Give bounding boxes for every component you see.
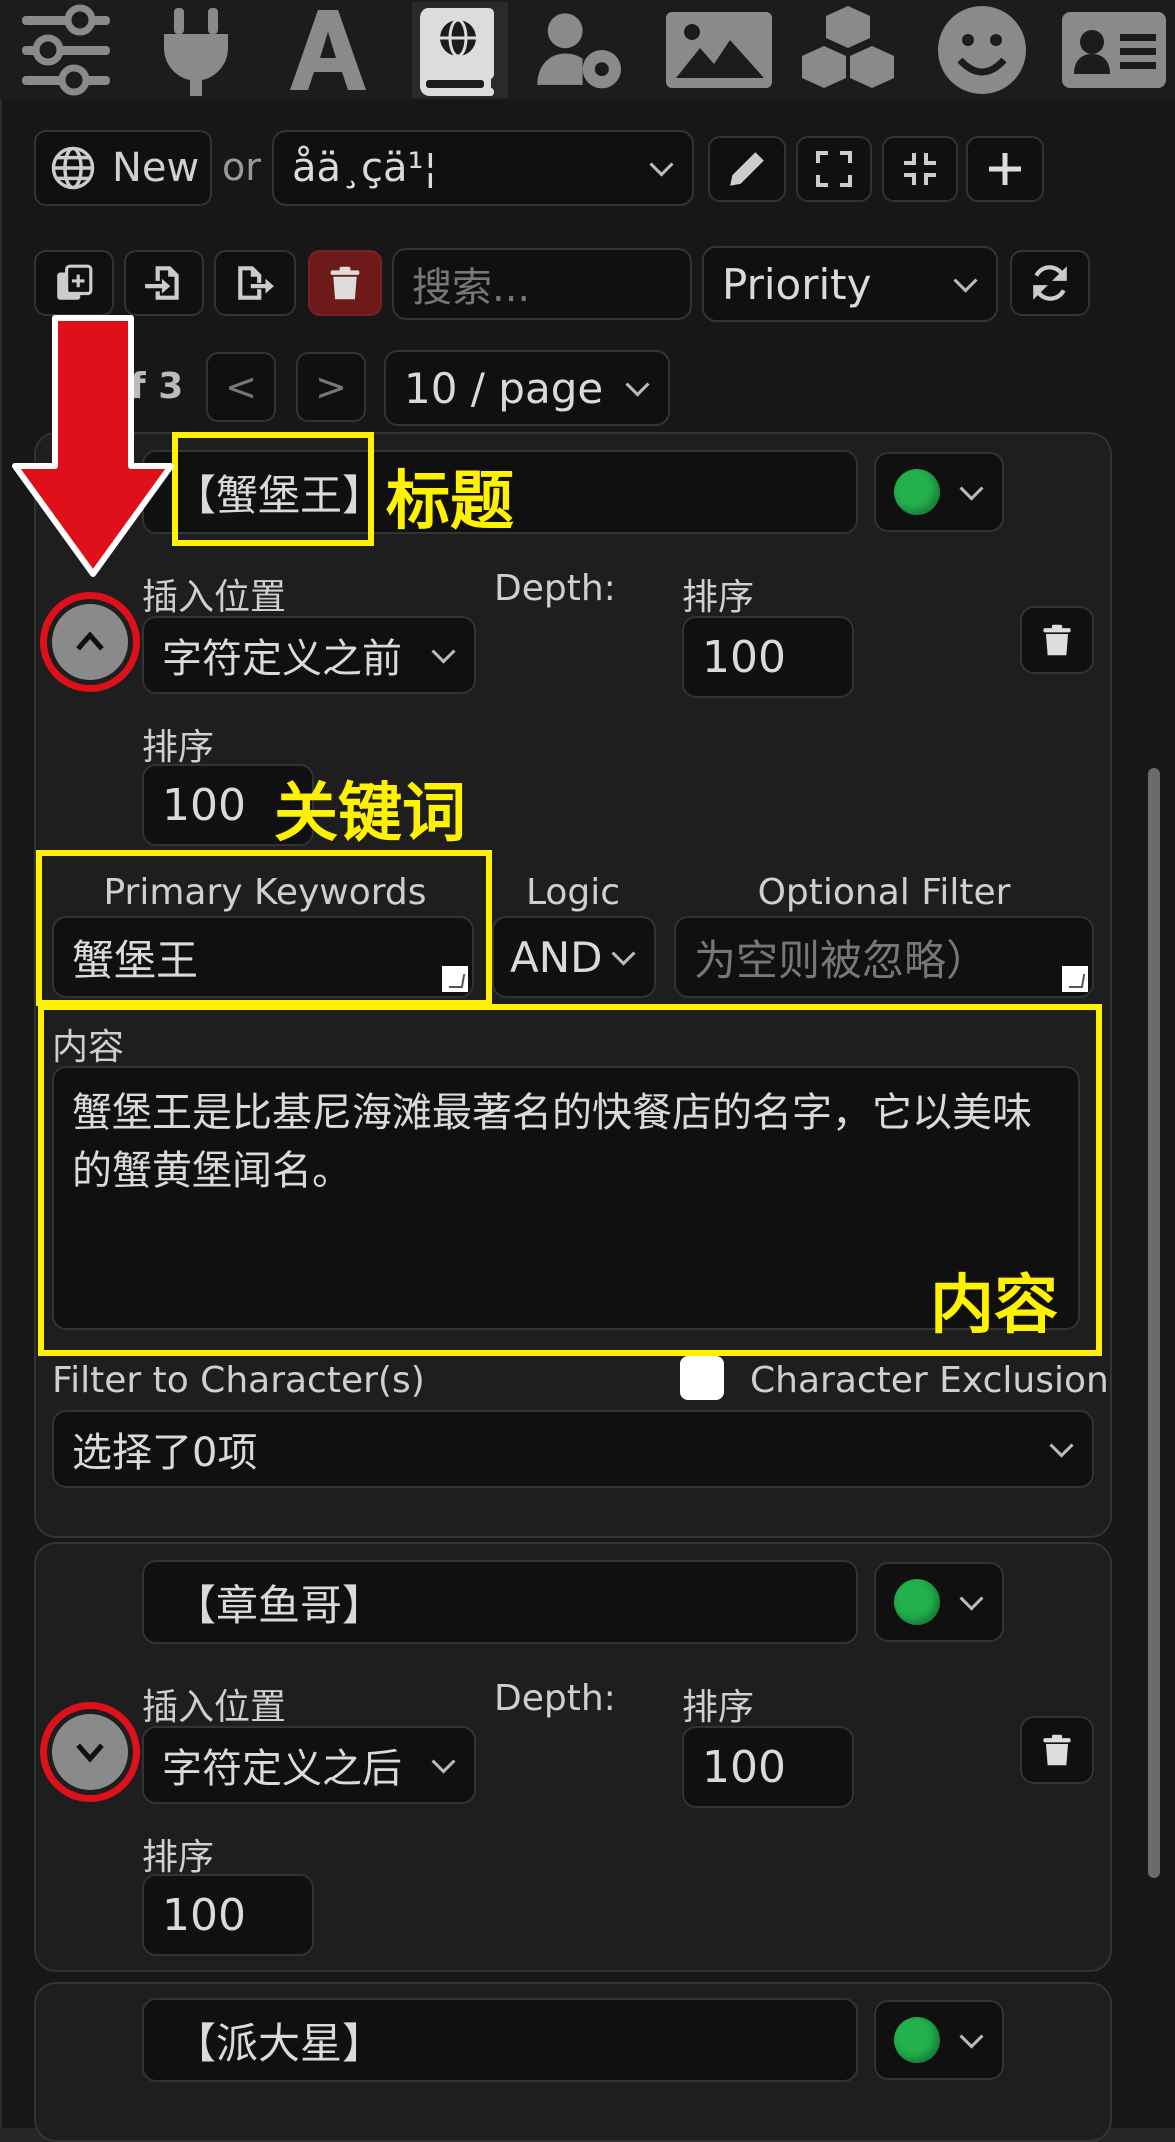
red-arrow-icon — [12, 315, 174, 577]
collapse-button-highlight — [40, 592, 140, 692]
entry-title-input[interactable]: 【章鱼哥】 — [142, 1560, 858, 1644]
new-button[interactable]: New — [34, 130, 212, 206]
order-input-2[interactable]: 100 — [142, 1874, 314, 1956]
pencil-icon — [730, 152, 764, 186]
entry-status-select[interactable] — [874, 2000, 1004, 2080]
file-import-icon — [145, 266, 179, 300]
order-value-2: 100 — [162, 779, 246, 831]
optional-filter-placeholder: 为空则被忽略） — [694, 935, 989, 985]
order-label-2: 排序 — [142, 1837, 215, 1878]
refresh-button[interactable] — [1010, 250, 1090, 316]
search-input[interactable]: 搜索... — [392, 248, 692, 320]
status-dot-icon — [894, 2017, 940, 2063]
title-annotation: 标题 — [386, 465, 514, 539]
page-size-value: 10 / page — [404, 363, 604, 413]
entry-title-value: 【派大星】 — [174, 2018, 385, 2068]
file-export-icon — [238, 266, 274, 300]
scrollbar-thumb[interactable] — [1148, 768, 1160, 1878]
prev-page-button[interactable]: < — [206, 352, 276, 422]
plug-icon[interactable] — [148, 2, 244, 98]
order-label: 排序 — [682, 1687, 755, 1728]
image-icon[interactable] — [662, 2, 776, 98]
filter-characters-label: Filter to Character(s) — [52, 1360, 425, 1401]
optional-filter-input[interactable]: 为空则被忽略） — [674, 916, 1094, 998]
smiley-icon[interactable] — [934, 2, 1030, 98]
optional-filter-label: Optional Filter — [757, 872, 1011, 913]
entry-status-select[interactable] — [874, 1562, 1004, 1642]
order-value-2: 100 — [162, 1889, 246, 1941]
logic-select[interactable]: AND — [492, 916, 656, 998]
expand-button-highlight — [40, 1702, 140, 1802]
id-card-icon[interactable] — [1058, 2, 1170, 98]
resize-handle-icon[interactable] — [1062, 966, 1088, 992]
duplicate-icon — [57, 264, 93, 300]
order-input[interactable]: 100 — [682, 1726, 854, 1808]
order-input[interactable]: 100 — [682, 616, 854, 698]
content-annotation: 内容 — [930, 1269, 1058, 1343]
expand-icon — [816, 151, 852, 187]
keywords-annotation: 关键词 — [274, 777, 466, 851]
globe-icon — [51, 146, 95, 190]
import-button[interactable] — [124, 250, 204, 316]
collapse-all-button[interactable] — [882, 136, 958, 202]
sort-select-value: Priority — [722, 259, 872, 309]
trash-icon — [330, 266, 360, 300]
sliders-icon[interactable] — [18, 2, 114, 98]
rename-button[interactable] — [708, 136, 786, 202]
top-nav-bar — [0, 0, 1175, 100]
duplicate-book-button[interactable] — [34, 250, 114, 316]
logic-value: AND — [510, 932, 603, 982]
search-placeholder: 搜索... — [412, 265, 531, 311]
cubes-icon[interactable] — [800, 2, 896, 98]
expand-all-button[interactable] — [796, 136, 872, 202]
trash-icon — [1043, 624, 1071, 656]
trash-icon — [1043, 1734, 1071, 1766]
plus-icon — [989, 153, 1021, 185]
sort-select[interactable]: Priority — [702, 246, 998, 322]
position-select[interactable]: 字符定义之前 — [142, 616, 476, 694]
logic-label: Logic — [525, 872, 621, 913]
delete-entry-button[interactable] — [1020, 1716, 1094, 1784]
depth-label: Depth: — [494, 568, 616, 609]
entry-status-select[interactable] — [874, 452, 1004, 532]
character-exclusion-label: Character Exclusion — [750, 1360, 1109, 1401]
or-label: or — [222, 145, 261, 189]
compress-icon — [904, 153, 936, 185]
user-settings-icon[interactable] — [532, 2, 628, 98]
status-dot-icon — [894, 1579, 940, 1625]
world-book-select-value: åä¸çä¹¦ — [292, 145, 438, 191]
insert-position-label: 插入位置 — [142, 1687, 287, 1728]
position-value: 字符定义之前 — [162, 636, 402, 682]
font-icon[interactable] — [280, 2, 376, 98]
export-button[interactable] — [214, 250, 296, 316]
delete-entry-button[interactable] — [1020, 606, 1094, 674]
delete-book-button[interactable] — [308, 250, 382, 316]
status-dot-icon — [894, 469, 940, 515]
order-value: 100 — [702, 631, 786, 683]
refresh-icon — [1033, 265, 1067, 301]
world-book-icon[interactable] — [412, 2, 508, 98]
world-book-select[interactable]: åä¸çä¹¦ — [272, 130, 694, 206]
character-filter-value: 选择了0项 — [72, 1430, 258, 1476]
add-entry-button[interactable] — [966, 136, 1044, 202]
new-label: New — [112, 145, 200, 191]
entry-title-value: 【章鱼哥】 — [174, 1580, 385, 1630]
keywords-highlight-box — [36, 850, 492, 1006]
order-label: 排序 — [682, 577, 755, 618]
order-label-2: 排序 — [142, 727, 215, 768]
title-highlight-box — [172, 432, 374, 546]
next-page-button[interactable]: > — [296, 352, 366, 422]
character-exclusion-checkbox[interactable] — [680, 1356, 724, 1400]
character-filter-select[interactable]: 选择了0项 — [52, 1410, 1094, 1488]
position-value: 字符定义之后 — [162, 1746, 402, 1792]
position-select[interactable]: 字符定义之后 — [142, 1726, 476, 1804]
depth-label: Depth: — [494, 1678, 616, 1719]
entry-title-input[interactable]: 【派大星】 — [142, 1998, 858, 2082]
page-size-select[interactable]: 10 / page — [384, 350, 670, 426]
order-value: 100 — [702, 1741, 786, 1793]
